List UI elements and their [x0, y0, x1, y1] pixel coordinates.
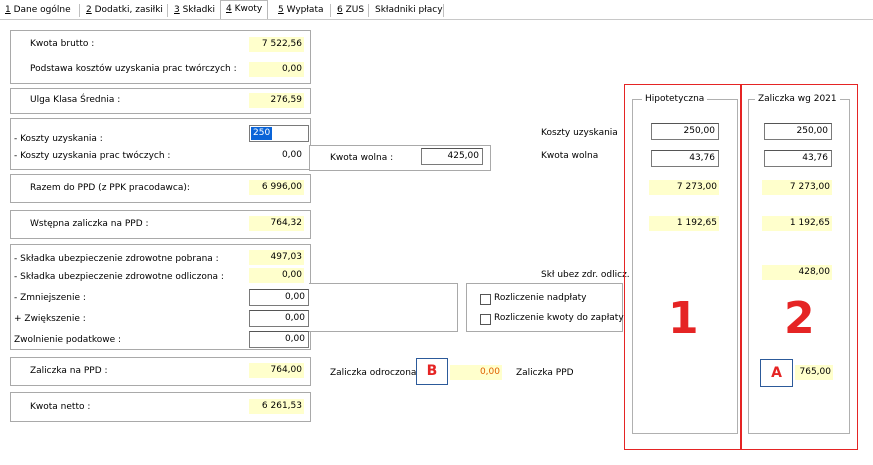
tab-separator — [79, 4, 80, 17]
tab-label: Składki — [179, 5, 216, 15]
zwiekszenie-label: + Zwiększenie : — [14, 314, 86, 324]
zaliczka-label: Zaliczka na PPD : — [30, 366, 108, 376]
tab-separator — [443, 4, 444, 17]
zaliczka-ppd-label: Zaliczka PPD — [516, 368, 574, 378]
zaliczka-value: 764,00 — [249, 363, 304, 378]
tab-separator — [330, 4, 331, 17]
tab-label: Dodatki, zasiłki — [91, 5, 163, 15]
skl-odliczona-label: - Składka ubezpieczenie zdrowotne odlicz… — [14, 272, 224, 282]
annotation-number-2: 2 — [784, 293, 815, 344]
skl-odliczona-value: 0,00 — [249, 268, 304, 283]
tab-separator — [368, 4, 369, 17]
rozliczenie-nadplaty-checkbox[interactable] — [480, 294, 491, 305]
kwota-netto-value: 6 261,53 — [249, 399, 304, 414]
koszty-tworcze-label: - Koszty uzyskania prac twóczych : — [14, 151, 171, 161]
koszty-tworcze-value: 0,00 — [281, 150, 302, 160]
annotation-number-1: 1 — [668, 293, 699, 344]
razem-label: Razem do PPD (z PPK pracodawca): — [30, 183, 190, 193]
ulga-label: Ulga Klasa Średnia : — [30, 95, 121, 105]
ulga-value: 276,59 — [249, 93, 304, 108]
koszty-label: - Koszty uzyskania : — [14, 134, 103, 144]
kwota-wolna-label: Kwota wolna : — [330, 153, 394, 163]
tab-kwoty[interactable]: 4 Kwoty — [220, 0, 269, 20]
tab-separator — [167, 4, 168, 17]
tab-zus[interactable]: 6 ZUS — [337, 2, 364, 18]
skl-pobrana-value: 497,03 — [249, 250, 304, 265]
rozliczenie-kwoty-checkbox[interactable] — [480, 314, 491, 325]
kwota-wolna-input[interactable]: 425,00 — [421, 148, 483, 165]
tab-skladniki-placy[interactable]: Składniki płacy — [375, 2, 443, 18]
tab-dodatki-zasilki[interactable]: 2 Dodatki, zasiłki — [86, 2, 163, 18]
koszty-input-text: 250 — [251, 127, 273, 140]
annotation-red-box-2 — [740, 84, 858, 450]
podstawa-value: 0,00 — [249, 62, 304, 77]
tab-label: ZUS — [342, 5, 365, 15]
annotation-red-box-1 — [624, 84, 742, 450]
razem-value: 6 996,00 — [249, 180, 304, 195]
zwiekszenie-input[interactable]: 0,00 — [249, 310, 309, 327]
tab-label: Składniki płacy — [375, 5, 443, 15]
tab-baseline — [0, 19, 873, 20]
wstepna-label: Wstępna zaliczka na PPD : — [30, 219, 149, 229]
rozliczenie-nadplaty-label: Rozliczenie nadpłaty — [494, 293, 587, 303]
kwota-wolna-right-label: Kwota wolna — [541, 151, 599, 161]
wstepna-value: 764,32 — [249, 216, 304, 231]
zmniejszenie-label: - Zmniejszenie : — [14, 293, 86, 303]
kwota-brutto-value: 7 522,56 — [249, 37, 304, 52]
tab-strip: 1 Dane ogólne 2 Dodatki, zasiłki 3 Skład… — [0, 0, 873, 20]
kwota-brutto-label: Kwota brutto : — [30, 39, 95, 49]
annotation-box-b: B — [416, 358, 448, 385]
zwolnienie-label: Zwolnienie podatkowe : — [14, 335, 122, 345]
tab-skladki[interactable]: 3 Składki — [174, 2, 215, 18]
tab-wyplata[interactable]: 5 Wypłata — [278, 2, 324, 18]
odroczona-label: Zaliczka odroczona — [330, 368, 417, 378]
kwota-netto-label: Kwota netto : — [30, 402, 91, 412]
tab-label: Kwoty — [231, 4, 263, 14]
rozliczenie-kwoty-label: Rozliczenie kwoty do zapłaty — [494, 313, 624, 323]
odroczona-value: 0,00 — [450, 365, 502, 380]
tab-label: Wypłata — [283, 5, 324, 15]
tab-dane-ogolne[interactable]: 1 Dane ogólne — [5, 2, 71, 18]
zwolnienie-input[interactable]: 0,00 — [249, 331, 309, 348]
koszty-input[interactable]: 250 — [249, 125, 309, 142]
skl-ubez-label: Skł ubez zdr. odlicz. — [541, 270, 630, 280]
koszty-uzyskania-label: Koszty uzyskania — [541, 128, 618, 138]
podstawa-label: Podstawa kosztów uzyskania prac twórczyc… — [30, 64, 237, 74]
tab-label: Dane ogólne — [10, 5, 71, 15]
zmniejszenie-input[interactable]: 0,00 — [249, 289, 309, 306]
skl-pobrana-label: - Składka ubezpieczenie zdrowotne pobran… — [14, 254, 219, 264]
group-notes — [309, 283, 458, 332]
